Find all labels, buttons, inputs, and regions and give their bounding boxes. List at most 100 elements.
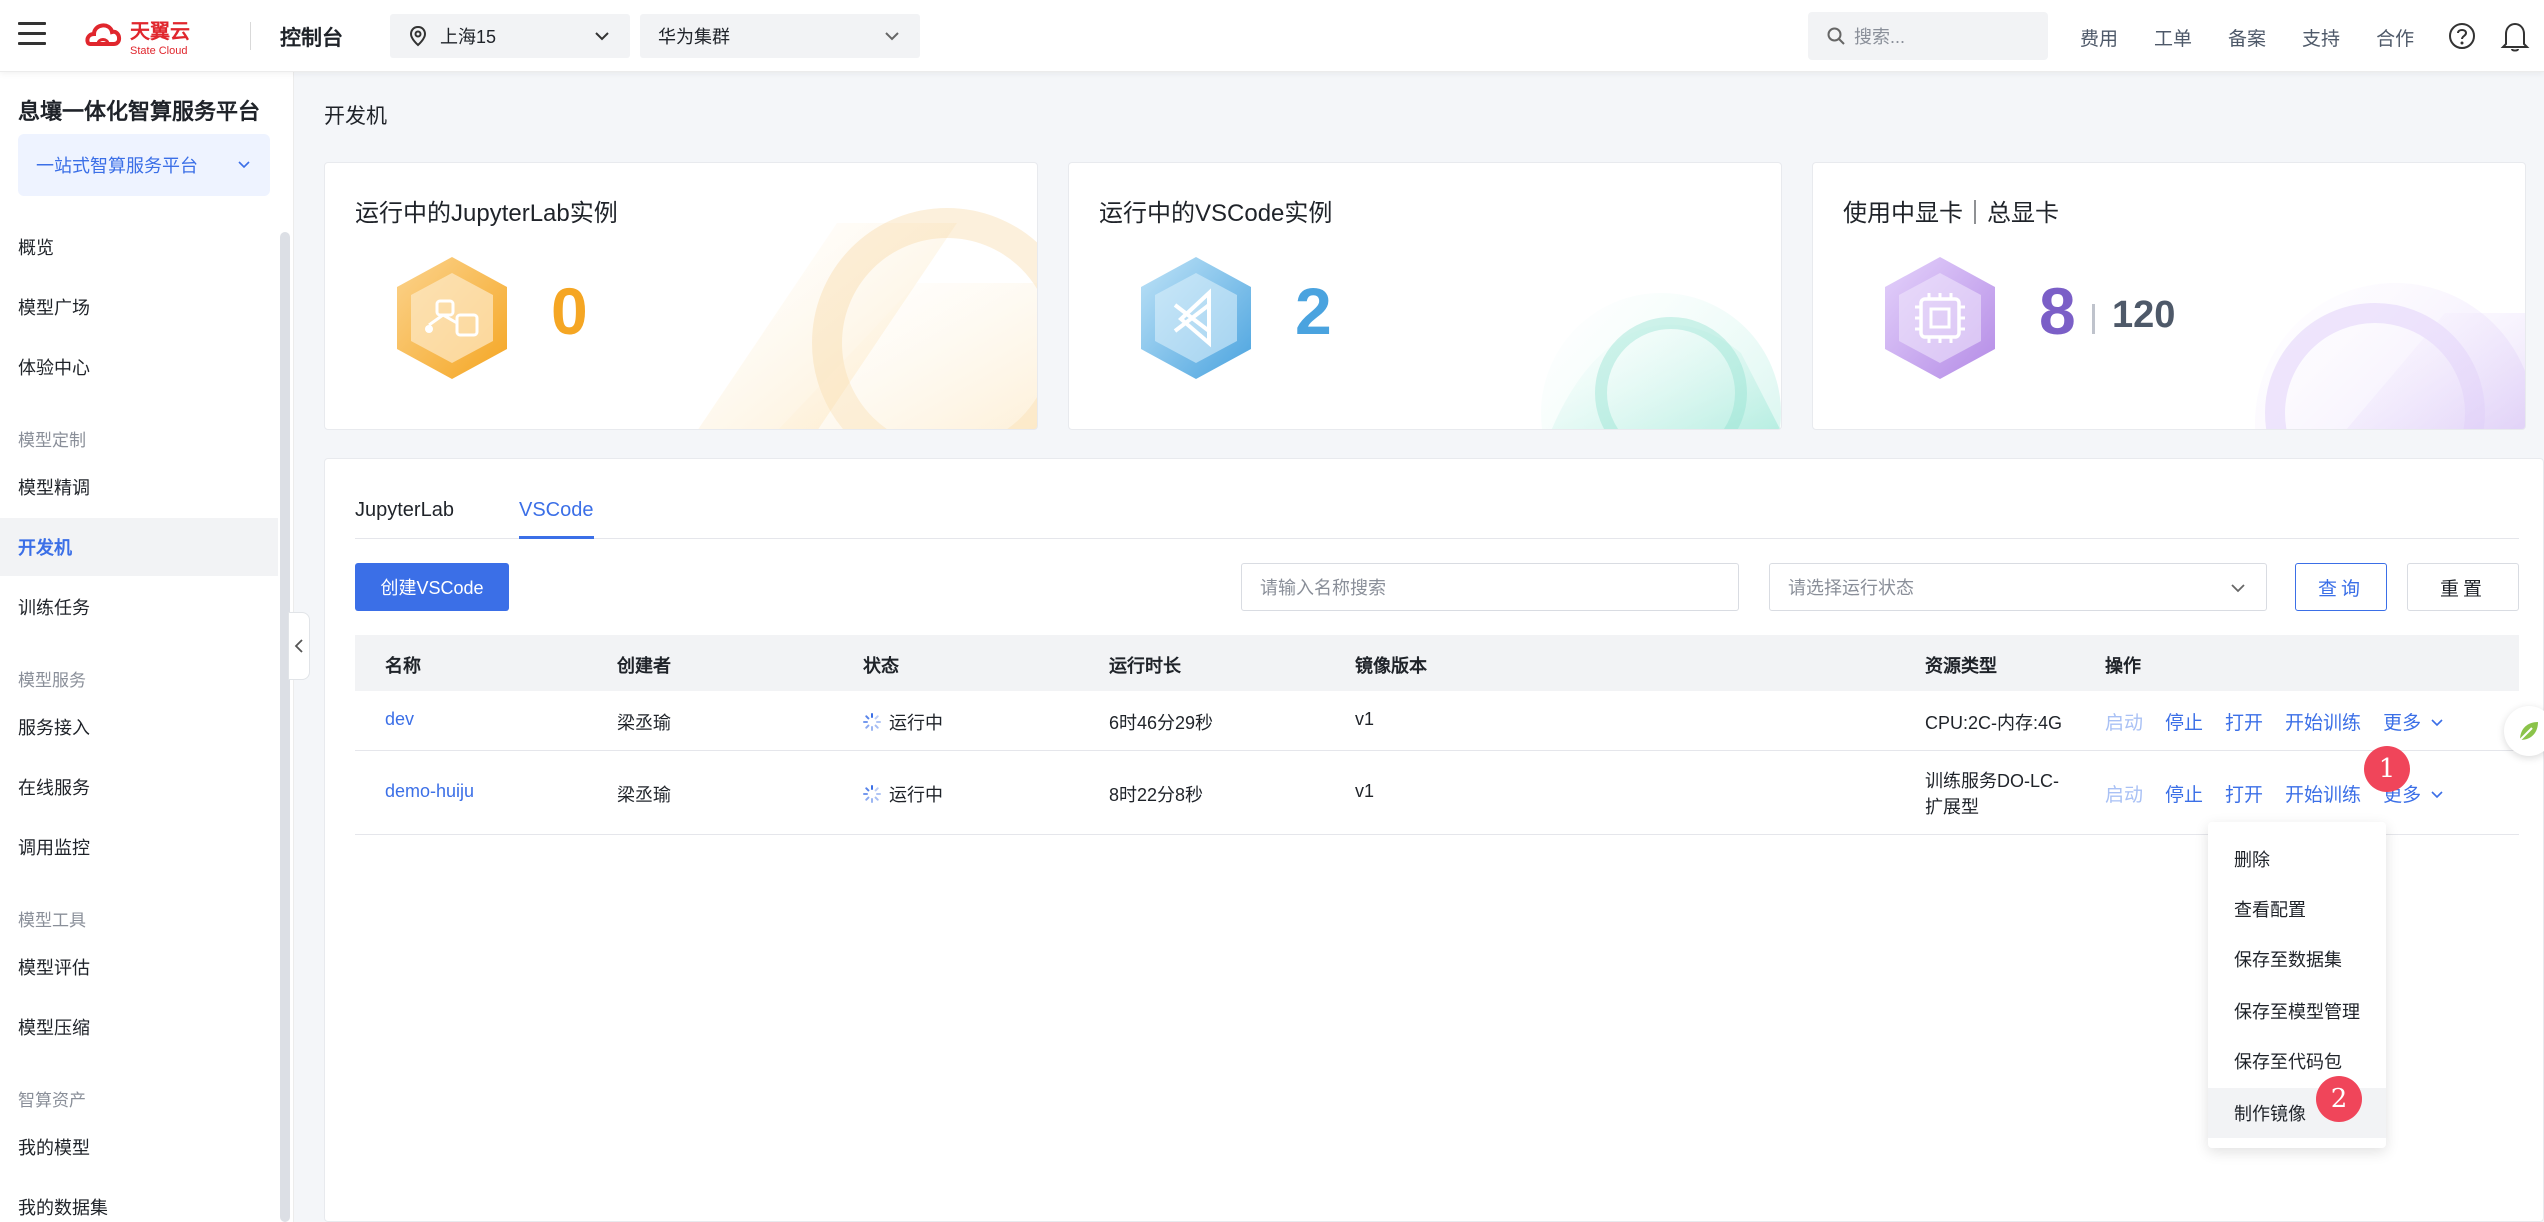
query-button[interactable]: 查询 — [2295, 563, 2387, 611]
sidebar-group-service: 模型服务 — [18, 671, 86, 690]
tab-vscode[interactable]: VSCode — [519, 499, 594, 539]
loading-spinner-icon — [863, 785, 881, 803]
reset-button[interactable]: 重置 — [2407, 563, 2519, 611]
sidebar-group-tools: 模型工具 — [18, 911, 86, 930]
sidebar-item-compress[interactable]: 模型压缩 — [0, 998, 278, 1056]
image-version-cell: v1 — [1355, 709, 1375, 729]
gpu-separator — [2092, 304, 2095, 334]
sidebar-scrollbar[interactable] — [280, 232, 290, 1222]
card-decoration — [1541, 293, 1781, 429]
page-title: 开发机 — [324, 105, 387, 128]
menu-item-save-model[interactable]: 保存至模型管理 — [2208, 986, 2386, 1036]
loading-spinner-icon — [863, 713, 881, 731]
link-filing[interactable]: 备案 — [2228, 24, 2266, 51]
start-link[interactable]: 启动 — [2105, 708, 2143, 735]
search-icon — [1827, 27, 1845, 45]
step-badge-2: 2 — [2316, 1076, 2362, 1122]
name-search-input[interactable]: 请输入名称搜索 — [1241, 563, 1739, 611]
open-link[interactable]: 打开 — [2225, 780, 2263, 807]
start-link[interactable]: 启动 — [2105, 780, 2143, 807]
creator-cell: 梁丞瑜 — [617, 785, 671, 805]
sidebar-item-my-models[interactable]: 我的模型 — [0, 1118, 278, 1176]
menu-icon[interactable] — [18, 22, 46, 50]
table-header: 名称 创建者 状态 运行时长 镜像版本 资源类型 操作 — [355, 635, 2519, 691]
chevron-down-icon — [885, 32, 899, 41]
card-title: 运行中的VSCode实例 — [1099, 200, 1333, 227]
gpu-chip-icon — [1885, 257, 1995, 379]
status-cell: 运行中 — [863, 781, 943, 807]
sidebar: 息壤一体化智算服务平台 一站式智算服务平台 概览 模型广场 体验中心 模型定制 … — [0, 72, 294, 1222]
sidebar-item-access[interactable]: 服务接入 — [0, 698, 278, 756]
gpu-used-count: 8 — [2039, 274, 2076, 348]
duration-cell: 8时22分8秒 — [1109, 785, 1204, 805]
card-title: 运行中的JupyterLab实例 — [355, 200, 618, 227]
card-decoration — [2255, 283, 2525, 429]
duration-cell: 6时46分29秒 — [1109, 713, 1214, 733]
instance-name-link[interactable]: dev — [385, 709, 414, 730]
resource-type-cell: 训练服务DO-LC- — [1925, 771, 2059, 791]
sidebar-item-model-square[interactable]: 模型广场 — [0, 278, 278, 336]
table-row: demo-huiju 梁丞瑜 运行中 8时22分8秒 v1 训练服务DO-LC-… — [355, 751, 2519, 835]
sidebar-item-finetune[interactable]: 模型精调 — [0, 458, 278, 516]
column-header: 状态 — [863, 656, 899, 676]
platform-select-value: 一站式智算服务平台 — [36, 156, 198, 176]
divider — [250, 22, 251, 50]
stop-link[interactable]: 停止 — [2165, 708, 2203, 735]
column-header: 运行时长 — [1109, 656, 1181, 676]
card-decoration — [698, 208, 1037, 429]
create-vscode-button[interactable]: 创建VSCode — [355, 563, 509, 611]
sidebar-item-overview[interactable]: 概览 — [0, 218, 278, 276]
link-partner[interactable]: 合作 — [2376, 24, 2414, 51]
bell-icon[interactable] — [2500, 20, 2530, 52]
stop-link[interactable]: 停止 — [2165, 780, 2203, 807]
sidebar-item-my-datasets[interactable]: 我的数据集 — [0, 1178, 278, 1222]
status-select[interactable]: 请选择运行状态 — [1769, 563, 2267, 611]
sidebar-item-devmachine[interactable]: 开发机 — [0, 518, 278, 576]
sidebar-item-training[interactable]: 训练任务 — [0, 578, 278, 636]
step-badge-1: 1 — [2364, 746, 2410, 792]
region-value: 上海15 — [440, 27, 497, 47]
menu-item-view-config[interactable]: 查看配置 — [2208, 884, 2386, 934]
chevron-down-icon — [238, 161, 250, 169]
console-title[interactable]: 控制台 — [280, 22, 343, 52]
brand-cn: 天翼云 — [130, 20, 190, 43]
link-tickets[interactable]: 工单 — [2154, 24, 2192, 51]
sidebar-group-customize: 模型定制 — [18, 431, 86, 450]
card-title: 使用中显卡｜总显卡 — [1843, 200, 2059, 227]
sidebar-item-experience[interactable]: 体验中心 — [0, 338, 278, 396]
jupyterlab-count: 0 — [551, 274, 588, 348]
sidebar-item-monitor[interactable]: 调用监控 — [0, 818, 278, 876]
menu-item-save-dataset[interactable]: 保存至数据集 — [2208, 934, 2386, 984]
tab-jupyterlab[interactable]: JupyterLab — [355, 499, 454, 539]
instance-name-link[interactable]: demo-huiju — [385, 781, 474, 802]
link-support[interactable]: 支持 — [2302, 24, 2340, 51]
open-link[interactable]: 打开 — [2225, 708, 2263, 735]
link-fees[interactable]: 费用 — [2080, 24, 2118, 51]
creator-cell: 梁丞瑜 — [617, 713, 671, 733]
cluster-select[interactable]: 华为集群 — [640, 14, 920, 58]
region-select[interactable]: 上海15 — [390, 14, 630, 58]
logo[interactable]: 天翼云 State Cloud — [84, 14, 224, 58]
platform-title: 息壤一体化智算服务平台 — [18, 99, 261, 124]
sidebar-group-assets: 智算资产 — [18, 1091, 86, 1110]
gpu-total-count: 120 — [2112, 294, 2176, 336]
chevron-left-icon — [294, 639, 303, 653]
status-cell: 运行中 — [863, 709, 943, 735]
chevron-down-icon — [595, 32, 609, 41]
help-icon[interactable] — [2448, 22, 2476, 50]
menu-item-delete[interactable]: 删除 — [2208, 834, 2386, 884]
cluster-value: 华为集群 — [658, 27, 730, 47]
sidebar-collapse-button[interactable] — [288, 612, 310, 680]
menu-item-save-codepack[interactable]: 保存至代码包 — [2208, 1036, 2386, 1086]
more-menu-button[interactable]: 更多 — [2383, 708, 2445, 735]
chevron-down-icon — [2431, 790, 2443, 798]
start-training-link[interactable]: 开始训练 — [2285, 780, 2361, 807]
status-select-placeholder: 请选择运行状态 — [1788, 578, 1914, 598]
platform-select[interactable]: 一站式智算服务平台 — [18, 134, 270, 196]
name-search-placeholder: 请输入名称搜索 — [1260, 578, 1386, 598]
more-label: 更多 — [2383, 713, 2422, 734]
sidebar-item-evaluate[interactable]: 模型评估 — [0, 938, 278, 996]
search-input[interactable]: 搜索... — [1808, 12, 2048, 60]
start-training-link[interactable]: 开始训练 — [2285, 708, 2361, 735]
sidebar-item-online[interactable]: 在线服务 — [0, 758, 278, 816]
